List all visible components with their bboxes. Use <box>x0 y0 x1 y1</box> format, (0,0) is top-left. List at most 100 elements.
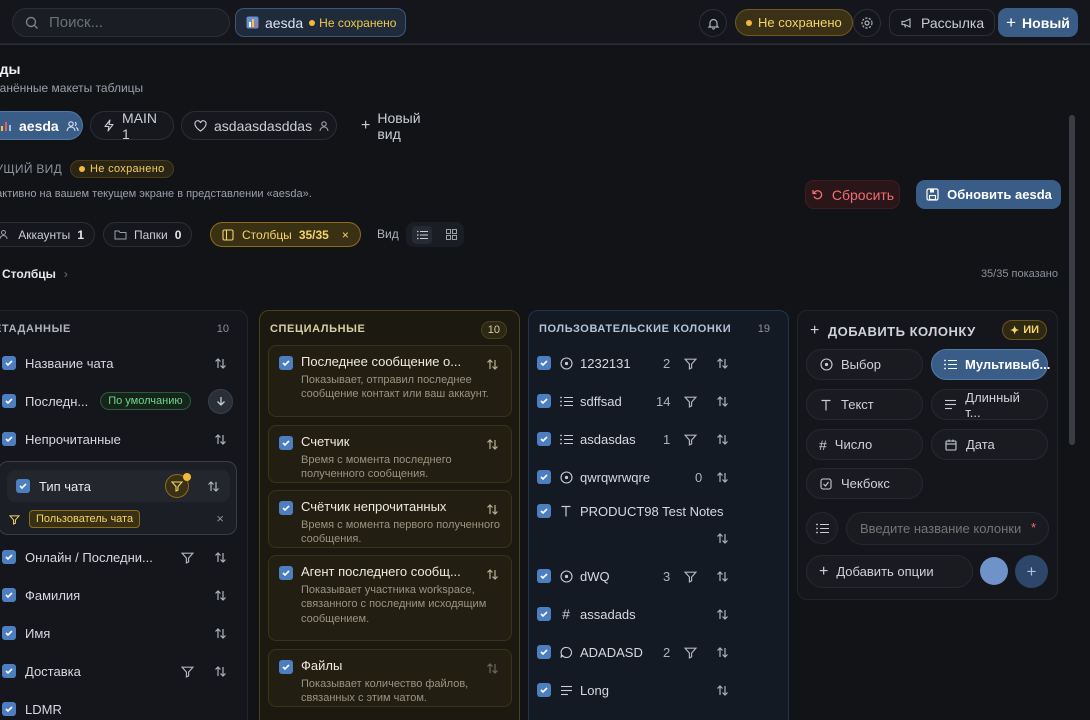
list-item[interactable]: Непрочитанные <box>2 425 237 453</box>
checkbox[interactable] <box>279 436 293 450</box>
sort-icon[interactable] <box>213 664 227 678</box>
checkbox[interactable] <box>537 394 551 408</box>
tab-aesda[interactable]: aesda <box>0 111 83 140</box>
sort-icon[interactable] <box>213 550 227 564</box>
special-item[interactable]: Счётчик непрочитанных Время с момента пе… <box>268 490 512 548</box>
filter-icon[interactable] <box>683 356 697 370</box>
current-view-chip[interactable]: aesda Не сохранено <box>235 8 407 37</box>
sort-icon[interactable] <box>715 607 729 621</box>
mailing-button[interactable]: Рассылка <box>889 9 996 36</box>
checkbox[interactable] <box>279 660 293 674</box>
scrollbar[interactable] <box>1069 115 1075 445</box>
search-input[interactable] <box>49 14 209 31</box>
checkbox[interactable] <box>2 588 16 602</box>
add-option-plus-button[interactable]: + <box>1015 555 1048 588</box>
checkbox[interactable] <box>2 432 16 446</box>
checkbox[interactable] <box>279 566 293 580</box>
list-item[interactable]: dWQ 3 <box>537 562 737 590</box>
checkbox[interactable] <box>2 394 16 408</box>
tab-main-1[interactable]: MAIN 1 <box>90 110 174 142</box>
sort-icon[interactable] <box>715 645 729 659</box>
column-name-input[interactable] <box>860 521 1028 536</box>
grid-view-icon[interactable] <box>444 228 458 242</box>
sort-icon[interactable] <box>486 438 499 454</box>
reset-button[interactable]: Сбросить <box>805 180 900 209</box>
checkbox[interactable] <box>537 470 551 484</box>
checkbox[interactable] <box>537 645 551 659</box>
list-item[interactable]: qwrqwrwqre 0 <box>537 463 737 491</box>
ai-button[interactable]: ✦ ИИ <box>1001 320 1047 340</box>
list-item[interactable]: Название чата <box>2 349 237 377</box>
sort-icon[interactable] <box>213 432 227 446</box>
type-select-button[interactable]: Выбор <box>806 349 923 380</box>
type-longtext-button[interactable]: Длинный т... <box>931 389 1048 420</box>
filter-folders[interactable]: Папки 0 <box>103 222 192 247</box>
close-icon[interactable]: × <box>216 511 224 526</box>
arrow-down-icon[interactable] <box>208 388 233 414</box>
checkbox[interactable] <box>537 569 551 583</box>
checkbox[interactable] <box>2 664 16 678</box>
list-item[interactable]: PRODUCT98 Test Notes <box>537 497 737 553</box>
type-number-button[interactable]: # Число <box>806 429 923 460</box>
tab-asdaasdasddas[interactable]: asdaasdasddas <box>181 111 337 140</box>
filter-icon[interactable] <box>683 569 697 583</box>
checkbox[interactable] <box>279 356 293 370</box>
filter-icon[interactable] <box>180 664 194 678</box>
special-item[interactable]: Счетчик Время с момента последнего получ… <box>268 425 512 483</box>
list-item[interactable]: sdffsad 14 <box>537 387 737 415</box>
unsaved-status-button[interactable]: Не сохранено <box>735 9 853 36</box>
sort-icon[interactable] <box>486 662 499 678</box>
type-picker-button[interactable] <box>806 512 838 544</box>
type-date-button[interactable]: Дата <box>931 429 1048 460</box>
close-icon[interactable]: × <box>342 228 349 242</box>
list-item[interactable]: ADADASD 2 <box>537 638 737 666</box>
sort-icon[interactable] <box>715 569 729 583</box>
list-item[interactable]: LDMR <box>2 695 237 720</box>
special-item[interactable]: Файлы Показывает количество файлов, связ… <box>268 649 512 707</box>
sort-icon[interactable] <box>486 503 499 519</box>
list-item[interactable]: # assadads <box>537 600 737 628</box>
search-box[interactable] <box>12 8 230 37</box>
new-button[interactable]: + Новый <box>998 8 1078 37</box>
checkbox[interactable] <box>2 702 16 716</box>
checkbox[interactable] <box>279 501 293 515</box>
filter-columns[interactable]: Столбцы 35/35 × <box>210 222 361 247</box>
checkbox[interactable] <box>2 550 16 564</box>
special-item[interactable]: Последнее сообщение о... Показывает, отп… <box>268 345 512 417</box>
checkbox[interactable] <box>537 504 551 518</box>
list-item[interactable]: Фамилия <box>2 581 237 609</box>
sort-icon[interactable] <box>715 432 729 446</box>
special-item[interactable]: Агент последнего сообщ... Показывает уча… <box>268 555 512 641</box>
checkbox[interactable] <box>16 479 30 493</box>
list-item[interactable]: Доставка <box>2 657 237 685</box>
type-multiselect-button[interactable]: Мультивыб... <box>931 349 1050 380</box>
list-item[interactable]: Long <box>537 676 737 704</box>
notifications-button[interactable] <box>699 9 727 37</box>
filter-icon[interactable] <box>683 394 697 408</box>
list-view-icon[interactable] <box>412 225 432 244</box>
chat-type-card[interactable]: Тип чата Пользователь чата × <box>0 461 237 535</box>
type-text-button[interactable]: Текст <box>806 389 923 420</box>
color-swatch-button[interactable] <box>980 557 1008 585</box>
sort-icon[interactable] <box>715 531 729 545</box>
list-item[interactable]: Последн... По умолчанию <box>2 387 237 415</box>
settings-button[interactable] <box>853 9 881 37</box>
checkbox[interactable] <box>537 607 551 621</box>
list-item[interactable]: Онлайн / Последни... <box>2 543 237 571</box>
list-item[interactable]: Имя <box>2 619 237 647</box>
add-options-button[interactable]: + Добавить опции <box>806 555 973 588</box>
sort-icon[interactable] <box>715 356 729 370</box>
sort-icon[interactable] <box>715 394 729 408</box>
chat-type-row[interactable]: Тип чата <box>7 470 230 502</box>
checkbox[interactable] <box>537 432 551 446</box>
list-item[interactable]: asdasdas 1 <box>537 425 737 453</box>
breadcrumb-current[interactable]: Столбцы <box>2 267 56 281</box>
sort-icon[interactable] <box>206 479 220 493</box>
sort-icon[interactable] <box>486 568 499 584</box>
filter-icon[interactable] <box>683 432 697 446</box>
sort-icon[interactable] <box>213 356 227 370</box>
sort-icon[interactable] <box>213 626 227 640</box>
filter-icon[interactable] <box>180 550 194 564</box>
new-view-button[interactable]: + Новый вид <box>348 110 448 142</box>
type-checkbox-button[interactable]: Чекбокс <box>806 468 923 499</box>
